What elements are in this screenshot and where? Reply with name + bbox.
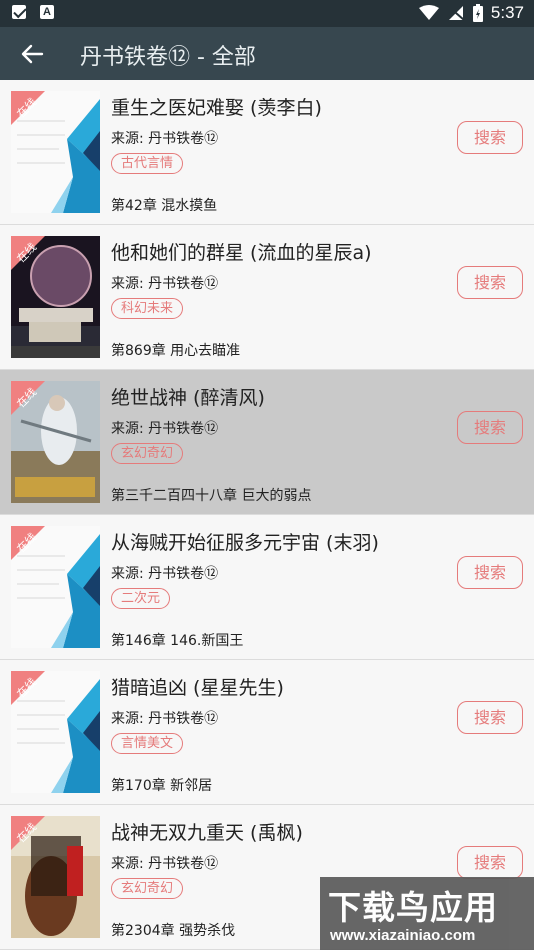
latest-chapter: 第170章 新邻居 — [111, 778, 213, 794]
book-source: 来源: 丹书铁卷⑫ — [111, 421, 219, 437]
search-button[interactable]: 搜索 — [457, 266, 523, 299]
book-category-tag: 科幻未来 — [111, 298, 184, 319]
book-title: 战神无双九重天 (禹枫) — [111, 822, 303, 844]
search-button[interactable]: 搜索 — [457, 556, 523, 589]
watermark-url: www.xiazainiao.com — [330, 927, 476, 944]
book-title: 猎暗追凶 (星星先生) — [111, 677, 284, 699]
book-title: 绝世战神 (醉清风) — [111, 387, 265, 409]
book-category-tag: 二次元 — [111, 588, 171, 609]
book-source: 来源: 丹书铁卷⑫ — [111, 711, 219, 727]
search-button[interactable]: 搜索 — [457, 701, 523, 734]
book-category-tag: 玄幻奇幻 — [111, 443, 184, 464]
book-cover-warrior: 在线 — [11, 381, 100, 503]
search-button[interactable]: 搜索 — [457, 411, 523, 444]
book-source: 来源: 丹书铁卷⑫ — [111, 566, 219, 582]
back-arrow-icon[interactable] — [18, 40, 46, 68]
page-title: 丹书铁卷⑫ - 全部 — [80, 45, 256, 70]
book-list-item[interactable]: 在线 绝世战神 (醉清风) 来源: 丹书铁卷⑫ 玄幻奇幻 第三千二百四十八章 巨… — [0, 370, 534, 515]
book-source: 来源: 丹书铁卷⑫ — [111, 856, 219, 872]
book-cover-placeholder: 在线 — [11, 91, 100, 213]
book-cover-placeholder: 在线 — [11, 526, 100, 648]
book-source: 来源: 丹书铁卷⑫ — [111, 131, 219, 147]
book-cover-placeholder: 在线 — [11, 671, 100, 793]
watermark-title: 下载鸟应用 — [328, 888, 498, 927]
wifi-icon — [418, 5, 439, 20]
book-title: 重生之医妃难娶 (羡李白) — [111, 97, 322, 119]
latest-chapter: 第146章 146.新国王 — [111, 633, 244, 649]
book-list: 在线 重生之医妃难娶 (羡李白) 来源: 丹书铁卷⑫ 古代言情 第42章 混水摸… — [0, 80, 534, 950]
book-title: 从海贼开始征服多元宇宙 (末羽) — [111, 532, 379, 554]
latest-chapter: 第869章 用心去瞄准 — [111, 343, 241, 359]
book-list-item[interactable]: 在线 重生之医妃难娶 (羡李白) 来源: 丹书铁卷⑫ 古代言情 第42章 混水摸… — [0, 80, 534, 225]
clock: 5:37 — [490, 3, 524, 22]
site-watermark: 下载鸟应用 www.xiazainiao.com — [320, 877, 534, 950]
book-category-tag: 言情美文 — [111, 733, 184, 754]
search-button[interactable]: 搜索 — [457, 121, 523, 154]
book-list-item[interactable]: 在线 从海贼开始征服多元宇宙 (末羽) 来源: 丹书铁卷⑫ 二次元 第146章 … — [0, 515, 534, 660]
book-category-tag: 玄幻奇幻 — [111, 878, 184, 899]
latest-chapter: 第42章 混水摸鱼 — [111, 198, 218, 214]
no-signal-icon — [447, 5, 465, 21]
book-cover-fantasy: 在线 — [11, 816, 100, 938]
book-list-item[interactable]: 在线 他和她们的群星 (流血的星辰a) 来源: 丹书铁卷⑫ 科幻未来 第869章… — [0, 225, 534, 370]
book-title: 他和她们的群星 (流血的星辰a) — [111, 242, 372, 264]
notification-icon — [12, 5, 26, 19]
book-list-item[interactable]: 在线 猎暗追凶 (星星先生) 来源: 丹书铁卷⑫ 言情美文 第170章 新邻居 … — [0, 660, 534, 805]
book-category-tag: 古代言情 — [111, 153, 184, 174]
latest-chapter: 第三千二百四十八章 巨大的弱点 — [111, 488, 312, 504]
book-source: 来源: 丹书铁卷⑫ — [111, 276, 219, 292]
app-a-icon: A — [40, 5, 54, 19]
battery-icon — [472, 4, 483, 22]
search-button[interactable]: 搜索 — [457, 846, 523, 879]
latest-chapter: 第2304章 强势杀伐 — [111, 923, 236, 939]
status-bar: A 5:37 — [0, 0, 534, 27]
app-toolbar: 丹书铁卷⑫ - 全部 — [0, 27, 534, 80]
book-cover-space: 在线 — [11, 236, 100, 358]
